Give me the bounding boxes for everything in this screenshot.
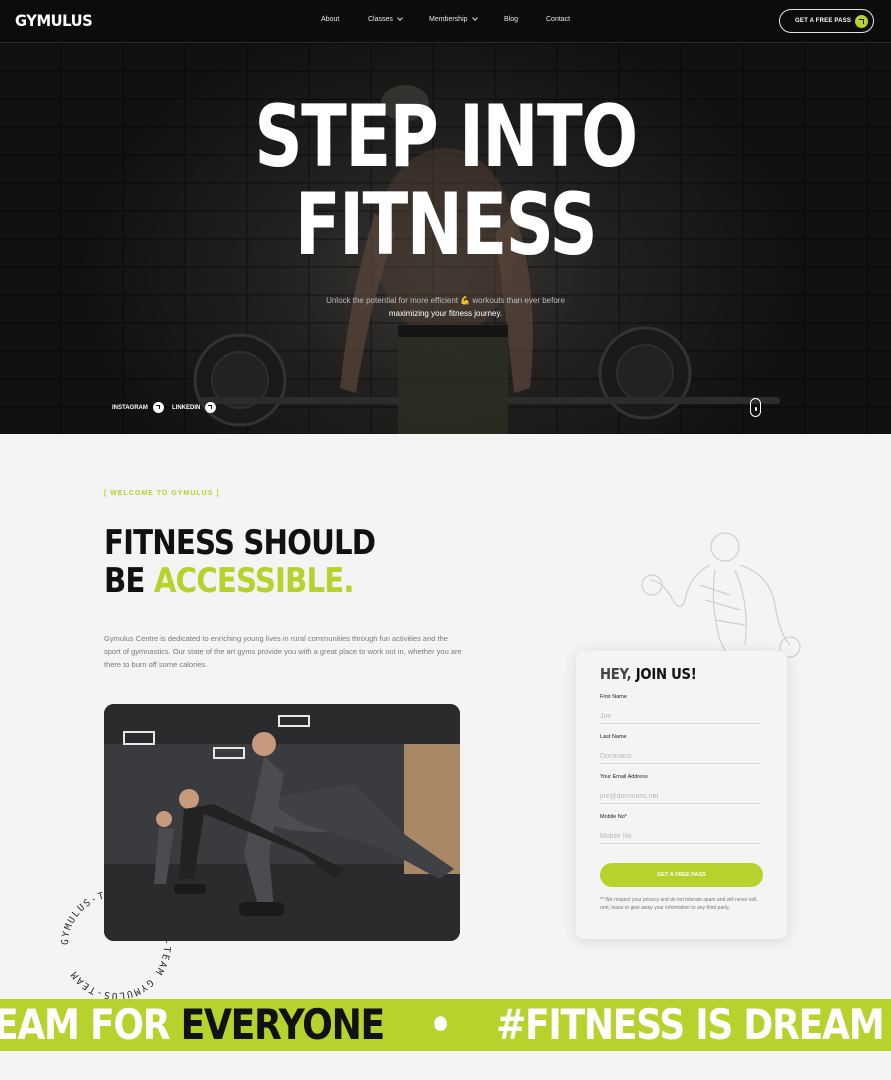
svg-text:GYMULUS-TEAM GYMULUS-TEAM GYMU: GYMULUS-TEAM GYMULUS-TEAM GYMULUS-TEAM <box>60 889 172 1001</box>
marquee-text-2: EVERYONE <box>180 1000 386 1049</box>
marquee-separator-icon: • <box>383 1000 496 1049</box>
mobile-label: Mobile No* <box>600 814 627 820</box>
first-name-input[interactable] <box>600 710 761 724</box>
marquee-banner: EAM FOR EVERYONE • #FITNESS IS DREAM <box>0 999 891 1051</box>
nav-contact[interactable]: Contact <box>546 16 570 23</box>
linkedin-label: LINKEDIN <box>172 404 201 411</box>
first-name-label: First Name <box>600 694 627 700</box>
last-name-input[interactable] <box>600 750 761 764</box>
nav-blog[interactable]: Blog <box>504 16 518 23</box>
marquee-track: EAM FOR EVERYONE • #FITNESS IS DREAM <box>0 1000 885 1049</box>
marquee-text-3: #FITNESS IS DREAM <box>495 1000 885 1049</box>
nav-about-label: About <box>321 16 340 23</box>
email-label: Your Email Address <box>600 774 648 780</box>
hero-title-line1: STEP INTO <box>254 87 638 187</box>
hero-subtitle: Unlock the potential for more efficient … <box>0 294 891 320</box>
get-free-pass-button[interactable]: GET A FREE PASS <box>779 9 874 33</box>
nav-membership-label: Membership <box>429 16 468 23</box>
submit-button[interactable]: GET A FREE PASS <box>600 863 763 887</box>
nav-classes-label: Classes <box>368 16 393 23</box>
scroll-mouse-icon[interactable] <box>750 398 761 417</box>
hero-section: STEP INTO FITNESS Unlock the potential f… <box>0 43 891 434</box>
section-tag: [ WELCOME TO GYMULUS ] <box>104 490 220 497</box>
instagram-label: INSTAGRAM <box>112 404 148 411</box>
section-title-line1: FITNESS SHOULD <box>104 523 376 563</box>
chevron-down-icon <box>471 15 478 21</box>
sketch-illustration <box>641 532 801 670</box>
section-title-accent: ACCESSIBLE. <box>153 561 355 601</box>
hero-title: STEP INTO FITNESS <box>98 93 793 269</box>
mobile-field: Mobile No* <box>600 814 761 844</box>
site-header: GYMULUS About Classes Membership Blog Co… <box>0 0 891 43</box>
last-name-field: Last Name <box>600 734 761 764</box>
get-free-pass-label: GET A FREE PASS <box>795 18 852 24</box>
hero-subtitle-line1: Unlock the potential for more efficient … <box>326 296 565 305</box>
arrow-up-right-icon <box>152 402 164 413</box>
first-name-field: First Name <box>600 694 761 724</box>
nav-blog-label: Blog <box>504 16 519 23</box>
signup-form: HEY, JOIN US! First Name Last Name Your … <box>576 651 787 939</box>
mobile-input[interactable] <box>600 830 761 844</box>
arrow-up-right-icon <box>205 402 217 413</box>
badge-text: GYMULUS-TEAM GYMULUS-TEAM GYMULUS-TEAM <box>60 889 171 1001</box>
last-name-label: Last Name <box>600 734 627 740</box>
section-title-line2: BE ACCESSIBLE. <box>104 562 375 600</box>
email-input[interactable] <box>600 790 761 804</box>
form-title: HEY, JOIN US! <box>600 665 697 683</box>
linkedin-link[interactable]: LINKEDIN <box>172 402 217 413</box>
privacy-note: ** We respect your privacy and do not to… <box>600 897 758 911</box>
form-title-prefix: HEY, <box>600 665 636 683</box>
hero-subtitle-line2: maximizing your fitness journey. <box>388 309 503 318</box>
email-field: Your Email Address <box>600 774 761 804</box>
marquee-text-1: EAM FOR <box>0 1000 181 1049</box>
section-title-prefix: BE <box>104 561 154 601</box>
nav-about[interactable]: About <box>321 16 339 23</box>
instagram-link[interactable]: INSTAGRAM <box>112 402 164 413</box>
rotating-team-badge: GYMULUS-TEAM GYMULUS-TEAM GYMULUS-TEAM <box>60 889 172 1001</box>
chevron-down-icon <box>397 15 403 21</box>
arrow-up-right-icon <box>855 15 868 28</box>
hero-title-line2: FITNESS <box>294 175 598 275</box>
section-title: FITNESS SHOULD BE ACCESSIBLE. <box>104 523 376 600</box>
nav-membership[interactable]: Membership <box>429 15 478 23</box>
section-body: Gymulus Centre is dedicated to enriching… <box>104 634 462 669</box>
main-nav: About Classes Membership Blog Contact <box>0 15 891 28</box>
nav-classes[interactable]: Classes <box>368 15 403 23</box>
form-title-main: JOIN US! <box>635 665 697 683</box>
nav-contact-label: Contact <box>546 16 571 23</box>
